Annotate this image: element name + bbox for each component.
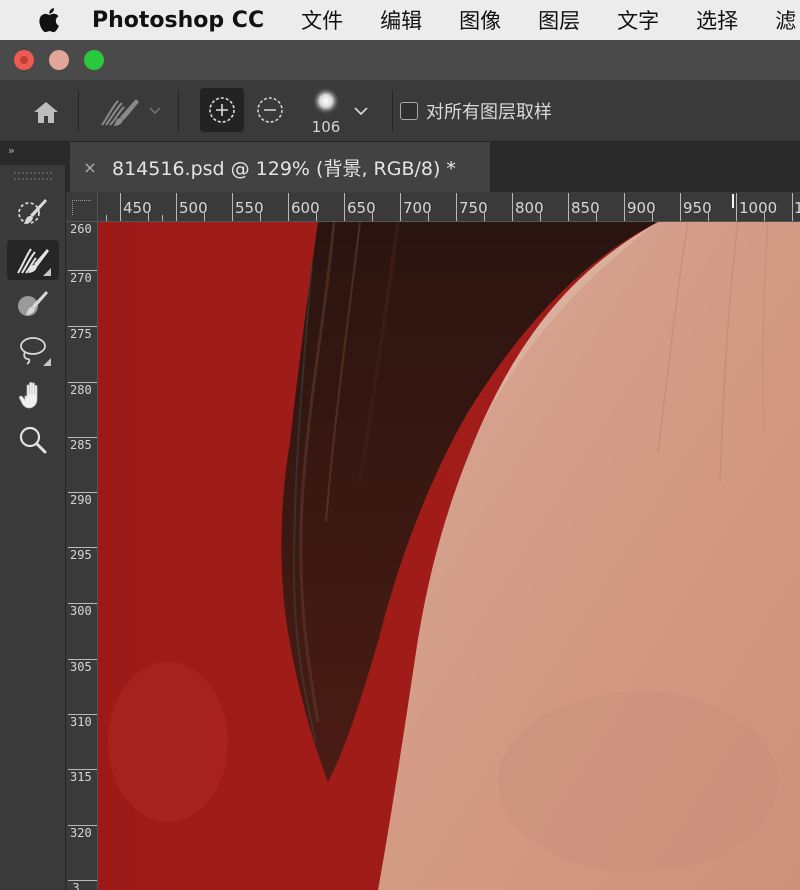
close-tab-icon[interactable]: × — [82, 158, 98, 177]
ruler-label: 295 — [70, 548, 92, 562]
menu-image[interactable]: 图像 — [459, 5, 501, 35]
ruler-label: 290 — [70, 493, 92, 507]
home-icon[interactable] — [28, 94, 64, 130]
ruler-label: 315 — [70, 770, 92, 784]
brush-size-value: 106 — [311, 118, 341, 136]
app-menu[interactable]: Photoshop CC — [92, 8, 264, 33]
sample-all-layers-checkbox[interactable] — [400, 102, 418, 120]
tool-group-indicator — [43, 358, 51, 366]
hand-icon — [19, 381, 38, 409]
ruler-label: 260 — [70, 222, 92, 236]
expand-panels-icon[interactable]: ›› — [8, 144, 15, 157]
ruler-label: 275 — [70, 327, 92, 341]
menu-bar: Photoshop CC 文件 编辑 图像 图层 文字 选择 滤 — [0, 0, 800, 40]
sample-all-layers-label: 对所有图层取样 — [426, 102, 552, 123]
brush-icon — [18, 291, 48, 316]
ruler-label: 305 — [70, 660, 92, 674]
add-to-selection-button[interactable] — [200, 88, 244, 132]
tool-group-indicator — [43, 268, 51, 276]
ruler-label: 285 — [70, 438, 92, 452]
lasso-tool[interactable] — [7, 330, 59, 370]
brush-tool[interactable] — [7, 284, 59, 324]
chevron-down-icon[interactable] — [148, 104, 162, 118]
refine-edge-brush-tool[interactable] — [7, 240, 59, 280]
brush-tip-icon[interactable] — [306, 86, 346, 116]
tool-preset-icon[interactable] — [96, 94, 144, 130]
menu-type[interactable]: 文字 — [617, 5, 659, 35]
subtract-circle-icon — [257, 97, 283, 123]
maximize-window-button[interactable] — [84, 50, 104, 70]
menu-edit[interactable]: 编辑 — [380, 5, 422, 35]
ruler-label: 3 — [72, 881, 80, 890]
add-circle-icon — [209, 97, 235, 123]
ruler-label: 310 — [70, 715, 92, 729]
apple-menu-icon[interactable] — [34, 5, 64, 35]
quick-selection-tool[interactable] — [7, 192, 59, 232]
ruler-label: 270 — [70, 271, 92, 285]
ruler-label: 300 — [70, 604, 92, 618]
close-window-button[interactable] — [14, 50, 34, 70]
zoom-icon — [19, 426, 47, 454]
menu-file[interactable]: 文件 — [301, 5, 343, 35]
quick-selection-icon — [18, 199, 47, 224]
document-title: 814516.psd @ 129% (背景, RGB/8) * — [112, 157, 456, 180]
zoom-tool[interactable] — [7, 420, 59, 460]
ruler-origin[interactable] — [66, 192, 98, 222]
ruler-label: 280 — [70, 383, 92, 397]
ruler-label: 1000 — [739, 199, 778, 217]
photo-image — [98, 222, 800, 890]
document-canvas[interactable] — [98, 222, 800, 890]
toolbar-grip[interactable] — [14, 172, 52, 180]
document-tab[interactable]: × 814516.psd @ 129% (背景, RGB/8) * — [70, 142, 490, 192]
hand-tool[interactable] — [7, 375, 59, 415]
menu-filter[interactable]: 滤 — [775, 5, 796, 35]
vertical-ruler[interactable]: 260 270 275 280 285 290 295 300 305 310 … — [66, 222, 98, 890]
minimize-window-button[interactable] — [49, 50, 69, 70]
window-title-bar — [0, 40, 800, 80]
menu-layer[interactable]: 图层 — [538, 5, 580, 35]
subtract-from-selection-button[interactable] — [252, 94, 288, 126]
ruler-cursor-marker — [732, 194, 734, 208]
ruler-label: 1 — [794, 199, 800, 217]
ruler-label: 320 — [70, 826, 92, 840]
horizontal-ruler[interactable]: 450 500 550 600 650 700 750 800 850 900 … — [98, 192, 800, 222]
brush-picker-chevron-icon[interactable] — [352, 102, 370, 120]
menu-select[interactable]: 选择 — [696, 5, 738, 35]
